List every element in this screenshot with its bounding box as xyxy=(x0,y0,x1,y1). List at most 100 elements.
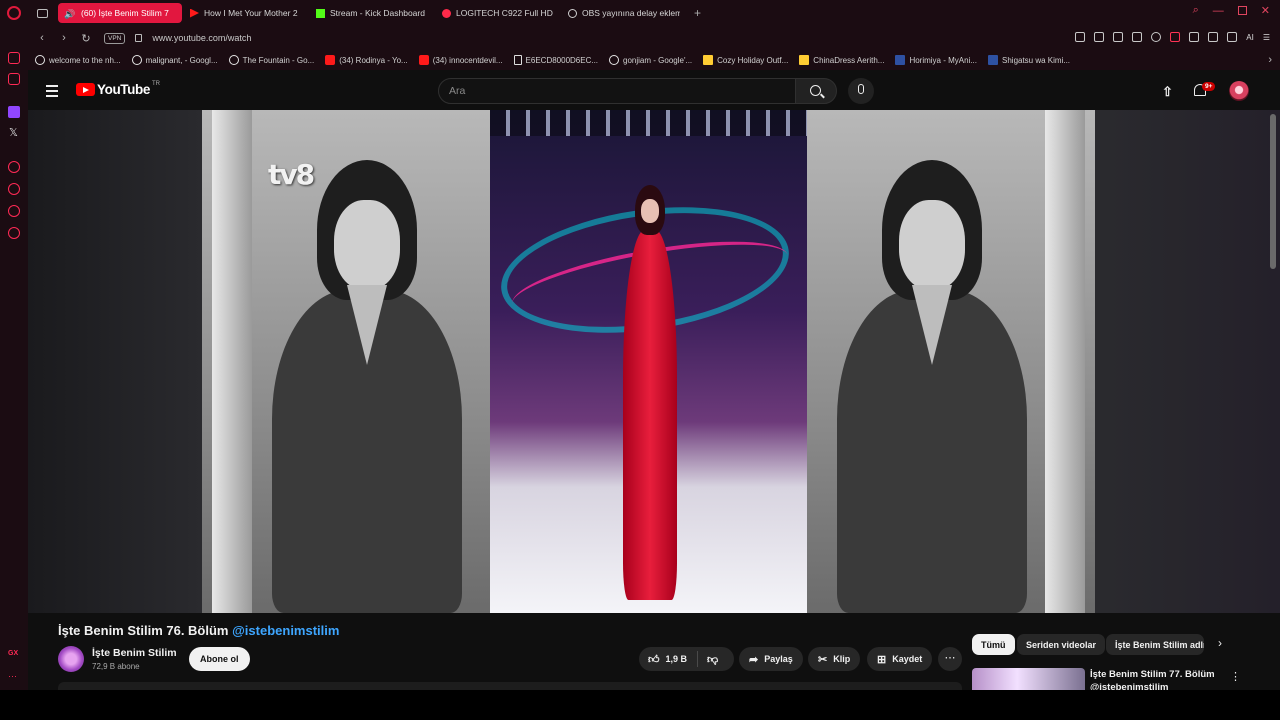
tab-label: Stream - Kick Dashboard xyxy=(330,8,425,18)
region-code: TR xyxy=(151,80,160,87)
messenger-icon[interactable] xyxy=(8,73,20,85)
forward-arrow-icon[interactable]: › xyxy=(56,32,72,44)
more-options-icon[interactable]: ··· xyxy=(8,671,20,683)
new-tab-button[interactable]: + xyxy=(694,6,701,20)
video-right-panel xyxy=(807,110,1095,613)
back-arrow-icon[interactable]: ‹ xyxy=(34,32,50,44)
browser-sidebar: 𝕏 GX ··· xyxy=(0,26,28,720)
clip-label: Klip xyxy=(833,654,851,664)
opera-logo-icon[interactable] xyxy=(7,6,21,20)
bookmark-item[interactable]: welcome to the nh... xyxy=(35,55,121,65)
video-figure-right xyxy=(827,160,1037,613)
extensions-icon[interactable] xyxy=(1189,32,1200,42)
bookmark-item[interactable]: E6ECD8000D6EC... xyxy=(513,55,598,65)
maximize-button[interactable] xyxy=(1237,6,1247,15)
bookmark-item[interactable]: gonjiam - Google'... xyxy=(609,55,692,65)
save-label: Kaydet xyxy=(892,654,923,664)
reload-icon[interactable]: ↻ xyxy=(78,32,94,45)
aria-ai-button[interactable]: AI xyxy=(1246,33,1254,42)
download-icon[interactable] xyxy=(1227,32,1238,42)
share-arrow-icon: ➦ xyxy=(749,653,759,666)
vpn-badge[interactable]: VPN xyxy=(104,32,126,44)
clip-button[interactable]: ✂ Klip xyxy=(808,647,861,671)
bookmark-item[interactable]: (34) Rodinya - Yo... xyxy=(325,55,408,65)
chevron-right-icon[interactable]: › xyxy=(1218,636,1222,650)
tab-obs-delay[interactable]: OBS yayınına delay ekleme xyxy=(562,3,686,23)
google-icon xyxy=(131,55,142,65)
gx-icon[interactable]: GX xyxy=(8,650,20,662)
channel-avatar[interactable] xyxy=(58,646,84,672)
youtube-logo[interactable]: YouTube TR xyxy=(76,80,160,97)
bookmark-item[interactable]: Shigatsu wa Kimi... xyxy=(988,55,1070,65)
bookmark-item[interactable]: The Fountain - Go... xyxy=(228,55,314,65)
tab-overview-icon[interactable] xyxy=(37,8,48,18)
more-vert-icon[interactable]: ⋮ xyxy=(1230,670,1241,683)
tab-how-i-met-your-mother[interactable]: How I Met Your Mother 2 xyxy=(184,3,308,23)
bookmark-item[interactable]: ChinaDress Aerith... xyxy=(799,55,884,65)
close-window-button[interactable]: ✕ xyxy=(1261,4,1270,17)
bookmark-item[interactable]: Cozy Holiday Outf... xyxy=(703,55,788,65)
tab-kick-dashboard[interactable]: Stream - Kick Dashboard xyxy=(310,3,434,23)
x-twitter-icon[interactable]: 𝕏 xyxy=(9,126,21,139)
microphone-icon xyxy=(858,84,864,94)
easy-setup-icon[interactable]: ☰ xyxy=(1263,33,1270,42)
chip-all[interactable]: Tümü xyxy=(972,634,1015,655)
google-icon xyxy=(228,55,239,65)
save-button[interactable]: ⊞ Kaydet xyxy=(867,647,933,671)
share-button[interactable]: ➦ Paylaş xyxy=(739,647,803,671)
player-icon[interactable] xyxy=(1132,32,1143,42)
settings-gear-icon[interactable] xyxy=(8,227,20,239)
video-figure-face xyxy=(334,200,400,290)
search-input[interactable] xyxy=(449,85,795,97)
more-actions-button[interactable]: ⋯ xyxy=(938,647,962,671)
video-door-left xyxy=(212,110,252,613)
search-tabs-icon[interactable]: ⌕ xyxy=(1193,4,1199,17)
snapshot-icon[interactable] xyxy=(1094,32,1105,42)
twitch-icon[interactable] xyxy=(8,106,20,118)
video-frame[interactable]: tv8 xyxy=(202,110,1095,613)
channel-name[interactable]: İşte Benim Stilim xyxy=(92,647,177,659)
bookmark-item[interactable]: (34) innocentdevil... xyxy=(418,55,503,65)
video-red-figure xyxy=(615,185,685,605)
bookmark-item[interactable]: Horimiya - MyAni... xyxy=(895,55,977,65)
url-field[interactable]: www.youtube.com/watch xyxy=(152,33,251,43)
page-scrollbar[interactable] xyxy=(1270,114,1276,269)
chip-channel[interactable]: İşte Benim Stilim adlı xyxy=(1106,634,1204,655)
upload-icon[interactable]: ⇧ xyxy=(1162,84,1173,100)
thumbs-down-icon[interactable]: 👎︎ xyxy=(707,653,718,666)
like-button[interactable]: 👍︎ 1,9 B xyxy=(639,651,699,667)
heart-icon[interactable] xyxy=(1151,32,1162,42)
extension-red-icon[interactable] xyxy=(1170,32,1181,42)
minimize-button[interactable]: — xyxy=(1213,5,1224,17)
recommended-video-title[interactable]: İşte Benim Stilim 77. Bölüm @istebenimst… xyxy=(1090,668,1240,690)
subscribe-button[interactable]: Abone ol xyxy=(189,647,250,671)
chat-icon[interactable] xyxy=(8,205,20,217)
chevron-right-icon[interactable]: › xyxy=(1268,54,1272,66)
tab-logitech[interactable]: LOGITECH C922 Full HD xyxy=(436,3,560,23)
account-avatar[interactable] xyxy=(1229,81,1249,101)
scissors-icon: ✂ xyxy=(818,653,828,666)
history-icon[interactable] xyxy=(8,183,20,195)
search-icon xyxy=(810,85,821,96)
youtube-icon xyxy=(325,55,336,65)
tab-iste-benim-stilim[interactable]: 🔊 (60) İşte Benim Stilim 7 xyxy=(58,3,182,23)
video-player[interactable]: tv8 xyxy=(28,110,1280,613)
recommended-video-thumbnail[interactable] xyxy=(972,668,1085,690)
youtube-icon xyxy=(418,55,429,65)
playlist-add-icon: ⊞ xyxy=(877,653,887,666)
share-icon[interactable] xyxy=(1208,32,1219,42)
kick-icon xyxy=(316,8,325,18)
voice-search-button[interactable] xyxy=(848,78,874,104)
bookmark-item[interactable]: malignant, - Googl... xyxy=(131,55,218,65)
lock-icon[interactable] xyxy=(135,34,143,42)
shield-icon[interactable] xyxy=(1113,32,1124,42)
description-box[interactable] xyxy=(58,682,962,690)
player-sidebar-icon[interactable] xyxy=(8,161,20,173)
hamburger-menu-icon[interactable] xyxy=(46,85,58,100)
bookmark-icon[interactable] xyxy=(1075,32,1086,42)
channel-handle-link[interactable]: @istebenimstilim xyxy=(232,623,339,638)
speed-dial-icon[interactable] xyxy=(8,52,20,64)
chip-series-videos[interactable]: Seriden videolar xyxy=(1017,634,1106,655)
search-button[interactable] xyxy=(795,78,837,104)
video-figure-left xyxy=(262,160,472,613)
